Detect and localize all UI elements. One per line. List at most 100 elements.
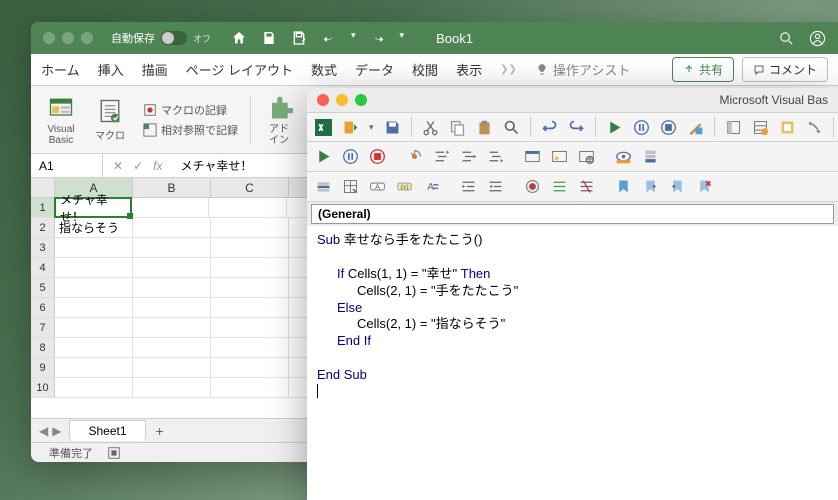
- close-icon[interactable]: [317, 94, 329, 106]
- row-header[interactable]: 6: [31, 298, 55, 317]
- object-browser-icon[interactable]: [779, 119, 796, 136]
- add-sheet-button[interactable]: +: [146, 423, 174, 439]
- sheet-prev-icon[interactable]: ◀: [39, 424, 48, 438]
- tab-home[interactable]: ホーム: [41, 60, 80, 79]
- col-header-c[interactable]: C: [211, 178, 289, 197]
- addins-button[interactable]: アド イン: [259, 94, 299, 146]
- tab-review[interactable]: 校閲: [412, 60, 438, 79]
- code-editor[interactable]: Sub 幸せなら手をたたこう() If Cells(1, 1) = "幸せ" T…: [307, 226, 838, 500]
- cell[interactable]: [133, 318, 211, 337]
- cell[interactable]: [211, 238, 289, 257]
- enter-icon[interactable]: ✓: [133, 159, 143, 173]
- bookmark-prev-icon[interactable]: [669, 178, 686, 195]
- cell[interactable]: [211, 358, 289, 377]
- redo-dropdown[interactable]: ▾: [400, 30, 405, 46]
- formula-input[interactable]: メチャ幸せ！: [172, 157, 260, 174]
- zoom-icon[interactable]: [81, 32, 93, 44]
- toolbox-icon[interactable]: [806, 119, 823, 136]
- redo-icon[interactable]: [568, 119, 585, 136]
- cell[interactable]: [133, 298, 211, 317]
- cell[interactable]: [131, 198, 209, 217]
- cell[interactable]: [133, 358, 211, 377]
- undo-icon[interactable]: [321, 30, 337, 46]
- select-all-corner[interactable]: [31, 178, 55, 197]
- toggle-breakpoint-icon[interactable]: [406, 148, 423, 165]
- step-over-icon[interactable]: [460, 148, 477, 165]
- outdent-icon[interactable]: [487, 178, 504, 195]
- object-dropdown[interactable]: (General): [311, 204, 834, 224]
- cell[interactable]: [211, 218, 289, 237]
- close-icon[interactable]: [43, 32, 55, 44]
- visual-basic-button[interactable]: Visual Basic: [41, 94, 81, 146]
- uncomment-block-icon[interactable]: [578, 178, 595, 195]
- row-header[interactable]: 4: [31, 258, 55, 277]
- cell[interactable]: [209, 198, 287, 217]
- cell[interactable]: [211, 298, 289, 317]
- cell[interactable]: [55, 298, 133, 317]
- account-icon[interactable]: [809, 30, 826, 47]
- cancel-icon[interactable]: ✕: [113, 159, 123, 173]
- cell[interactable]: メチャ幸せ！: [54, 197, 132, 218]
- row-header[interactable]: 1: [31, 198, 55, 217]
- tab-data[interactable]: データ: [355, 60, 394, 79]
- autosave-switch[interactable]: [161, 31, 187, 45]
- cell[interactable]: [55, 258, 133, 277]
- list-constants-icon[interactable]: [342, 178, 359, 195]
- relative-reference-button[interactable]: 相対参照で記録: [143, 122, 238, 138]
- tab-draw[interactable]: 描画: [142, 60, 168, 79]
- minimize-icon[interactable]: [62, 32, 74, 44]
- parameter-info-icon[interactable]: (x): [396, 178, 413, 195]
- bookmark-toggle-icon[interactable]: [615, 178, 632, 195]
- sheet-next-icon[interactable]: ▶: [52, 424, 61, 438]
- cell[interactable]: [133, 338, 211, 357]
- minimize-icon[interactable]: [336, 94, 348, 106]
- reset-icon[interactable]: [369, 148, 386, 165]
- project-explorer-icon[interactable]: [725, 119, 742, 136]
- insert-dropdown[interactable]: ▾: [369, 122, 374, 133]
- locals-window-icon[interactable]: [524, 148, 541, 165]
- row-header[interactable]: 9: [31, 358, 55, 377]
- cell[interactable]: [55, 278, 133, 297]
- watch-window-icon[interactable]: [578, 148, 595, 165]
- save-icon[interactable]: [384, 119, 401, 136]
- cell[interactable]: [211, 338, 289, 357]
- cell[interactable]: [211, 318, 289, 337]
- step-out-icon[interactable]: [487, 148, 504, 165]
- cell[interactable]: [55, 238, 133, 257]
- design-mode-icon[interactable]: [687, 119, 704, 136]
- pause-icon[interactable]: [633, 119, 650, 136]
- name-box[interactable]: A1: [31, 154, 103, 177]
- row-header[interactable]: 10: [31, 378, 55, 397]
- row-header[interactable]: 8: [31, 338, 55, 357]
- tab-page-layout[interactable]: ページ レイアウト: [186, 60, 293, 79]
- quick-info-icon[interactable]: A: [369, 178, 386, 195]
- properties-icon[interactable]: [752, 119, 769, 136]
- home-icon[interactable]: [231, 30, 247, 46]
- bookmark-next-icon[interactable]: [642, 178, 659, 195]
- cell[interactable]: [55, 338, 133, 357]
- macro-status-icon[interactable]: [107, 446, 121, 460]
- call-stack-icon[interactable]: [642, 148, 659, 165]
- breakpoint-icon[interactable]: [524, 178, 541, 195]
- tab-formulas[interactable]: 数式: [311, 60, 337, 79]
- run-sub-icon[interactable]: [315, 148, 332, 165]
- cell[interactable]: [133, 218, 211, 237]
- tab-overflow-icon[interactable]: ❯❯: [500, 64, 517, 75]
- cell[interactable]: [133, 278, 211, 297]
- list-properties-icon[interactable]: [315, 178, 332, 195]
- redo-icon[interactable]: [370, 30, 386, 46]
- sheet-tab-1[interactable]: Sheet1: [69, 420, 145, 441]
- cell[interactable]: [133, 238, 211, 257]
- row-header[interactable]: 3: [31, 238, 55, 257]
- run-icon[interactable]: [606, 119, 623, 136]
- row-header[interactable]: 7: [31, 318, 55, 337]
- record-macro-button[interactable]: マクロの記録: [143, 102, 238, 118]
- search-icon[interactable]: [778, 30, 795, 47]
- cell[interactable]: [211, 258, 289, 277]
- col-header-b[interactable]: B: [133, 178, 211, 197]
- tab-view[interactable]: 表示: [456, 60, 482, 79]
- cell[interactable]: [133, 258, 211, 277]
- step-into-icon[interactable]: [433, 148, 450, 165]
- indent-icon[interactable]: [460, 178, 477, 195]
- comment-block-icon[interactable]: [551, 178, 568, 195]
